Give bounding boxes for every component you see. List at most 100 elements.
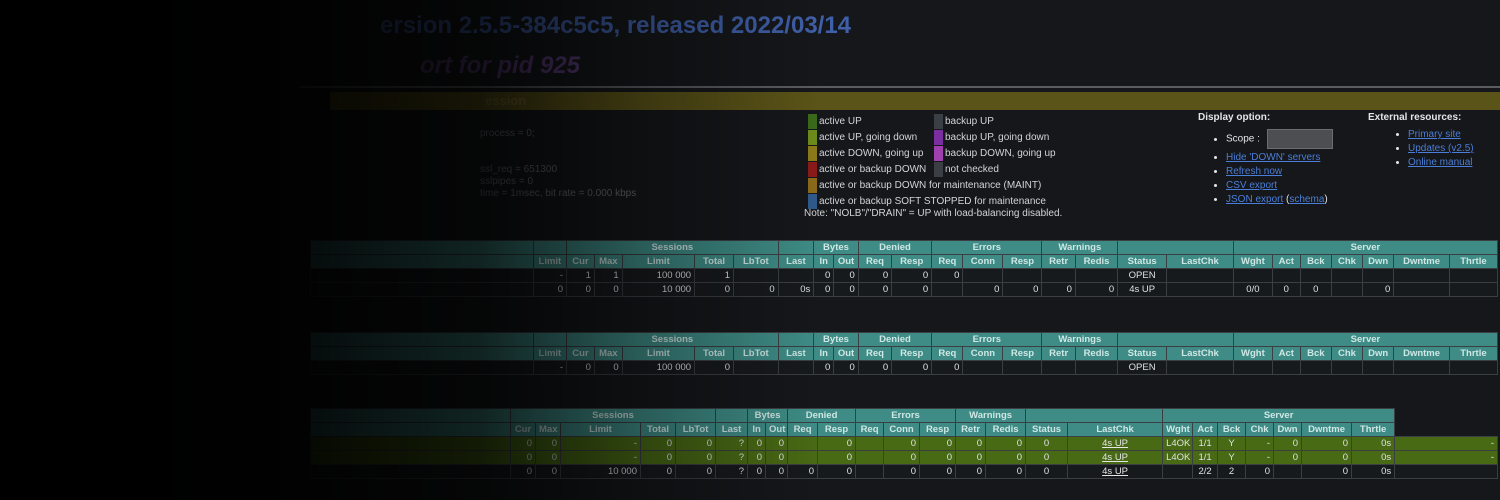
table-cell: 0 xyxy=(1002,282,1043,297)
table-cell: 0 xyxy=(857,360,893,375)
table-cell: - xyxy=(1394,436,1498,451)
column-header: Req xyxy=(857,346,893,361)
group-header-row: Sessions Bytes Denied Errors Warnings Server xyxy=(310,240,1499,255)
table-cell: 10 000 xyxy=(560,464,641,479)
table-cell: 0 xyxy=(1025,436,1069,451)
table-cell: 0 xyxy=(640,464,676,479)
group-header: Bytes xyxy=(747,408,789,423)
table-cell xyxy=(1394,464,1498,479)
table-row[interactable]: -0 0 100 000 0 0 0 0 0 0 OPEN xyxy=(310,360,1499,375)
column-header: In xyxy=(813,254,835,269)
table-cell xyxy=(777,268,815,283)
table-cell: 0 xyxy=(765,450,789,465)
table-cell: 0 xyxy=(883,436,921,451)
group-header: Warnings xyxy=(1041,332,1119,347)
table-cell xyxy=(855,464,885,479)
column-header: Status xyxy=(1117,346,1168,361)
group-header xyxy=(1025,408,1164,423)
table-cell xyxy=(1271,360,1301,375)
table-row[interactable]: 00-00?000000004s UPL4OK in 0ms1/1Y-000s- xyxy=(310,450,1498,465)
scope-input[interactable] xyxy=(1266,129,1333,149)
column-header: Last xyxy=(777,346,815,361)
hide-down-servers-link[interactable]: Hide 'DOWN' servers xyxy=(1226,152,1320,163)
column-header: Conn xyxy=(962,254,1004,269)
group-header xyxy=(310,408,511,423)
column-header: Out xyxy=(833,346,859,361)
column-header: Req xyxy=(931,254,964,269)
scope-label: Scope : xyxy=(1226,133,1260,145)
table-cell: - xyxy=(560,436,641,451)
column-header-row: Limit Cur Max Limit Total LbTot Last In Out Req Re… xyxy=(310,346,1499,361)
table-cell: 0 xyxy=(1074,282,1119,297)
table-cell: 2 xyxy=(1217,464,1247,479)
column-header: Thrtle xyxy=(1351,422,1396,437)
table-row[interactable]: 0 0 0 10 000 0 0 0s 0 0 0 0 0 0 0 0 4s UP 0/0 0 0 0 xyxy=(310,282,1499,297)
schema-link[interactable]: schema xyxy=(1289,194,1324,205)
column-header: Conn xyxy=(962,346,1004,361)
column-header: Resp xyxy=(891,254,933,269)
primary-site-link[interactable]: Primary site xyxy=(1408,129,1461,140)
refresh-now-link[interactable]: Refresh now xyxy=(1226,166,1282,177)
group-header xyxy=(532,332,568,347)
table-cell: 0 xyxy=(787,464,819,479)
column-header: Req xyxy=(855,422,885,437)
table-cell: - xyxy=(532,268,568,283)
column-header: Cur xyxy=(566,254,595,269)
table-cell xyxy=(1362,360,1395,375)
table-cell: - xyxy=(532,360,568,375)
table-cell xyxy=(1162,464,1194,479)
table-cell xyxy=(310,450,511,465)
column-header: Chk xyxy=(1245,422,1275,437)
group-header: Bytes xyxy=(813,332,859,347)
csv-export-link[interactable]: CSV export xyxy=(1226,180,1277,191)
column-header: Dwntme xyxy=(1393,346,1450,361)
column-header: Resp xyxy=(1002,346,1043,361)
online-manual-link[interactable]: Online manual xyxy=(1408,157,1472,168)
display-options-heading: Display option: xyxy=(1198,112,1271,123)
table-cell[interactable]: 4s UP xyxy=(1067,464,1164,479)
legend-swatch xyxy=(808,130,817,145)
table-cell: L4OK in 0ms xyxy=(1162,450,1194,465)
legend-label: active or backup SOFT STOPPED for mainte… xyxy=(819,196,1046,207)
header-divider xyxy=(300,86,1500,88)
legend-label: not checked xyxy=(945,164,999,175)
group-header: Errors xyxy=(931,240,1043,255)
table-cell[interactable]: 4s UP xyxy=(1067,436,1164,451)
stats-table-2: Sessions Bytes Denied Errors Warnings Server L… xyxy=(310,332,1499,375)
column-header: Max xyxy=(593,254,623,269)
table-cell: 0 xyxy=(857,268,893,283)
schema-close-paren: ) xyxy=(1324,194,1328,205)
table-cell: - xyxy=(1245,436,1275,451)
legend-swatch xyxy=(808,114,817,129)
table-cell xyxy=(1330,268,1364,283)
group-header: Server xyxy=(1232,332,1499,347)
table-cell: L4OK in 0ms xyxy=(1162,436,1194,451)
column-header: Last xyxy=(777,254,815,269)
json-export-link[interactable]: JSON export xyxy=(1226,194,1283,205)
table-cell xyxy=(1166,360,1234,375)
table-cell xyxy=(1271,268,1301,283)
report-title: ort for pid 925 xyxy=(420,52,581,79)
table-cell: 0 xyxy=(833,282,859,297)
column-header: Dwntme xyxy=(1301,422,1353,437)
table-cell: 0 xyxy=(931,268,964,283)
column-header: Req xyxy=(857,254,893,269)
table-cell: 0 xyxy=(985,450,1027,465)
table-cell: 0 xyxy=(833,360,859,375)
table-cell[interactable]: 4s UP xyxy=(1067,450,1164,465)
table-row[interactable]: 00-00?000000004s UPL4OK in 0ms1/1Y-000s- xyxy=(310,436,1498,451)
table-cell: 0 xyxy=(1025,450,1069,465)
column-header: Wght xyxy=(1232,346,1273,361)
column-header: LastChk xyxy=(1166,254,1234,269)
table-cell xyxy=(1448,360,1499,375)
table-row[interactable]: 0 0 10 000 0 0? 0 0 0 0 0 0 0 0 0 4s UP 2/2 2 0 0 0s xyxy=(310,464,1498,479)
column-header: Retr xyxy=(955,422,987,437)
column-header: Max xyxy=(535,422,561,437)
table-row[interactable]: -1 1 100 000 1 0 0 0 0 0 OPEN xyxy=(310,268,1499,283)
table-cell: 0 xyxy=(891,282,933,297)
updates-link[interactable]: Updates (v2.5) xyxy=(1408,143,1474,154)
legend-note: Note: "NOLB"/"DRAIN" = UP with load-bala… xyxy=(804,208,1063,219)
table-cell: 0 xyxy=(919,436,957,451)
version-title: ersion 2.5.5-384c5c5, released 2022/03/1… xyxy=(380,12,852,39)
column-header: LbTot xyxy=(733,254,779,269)
